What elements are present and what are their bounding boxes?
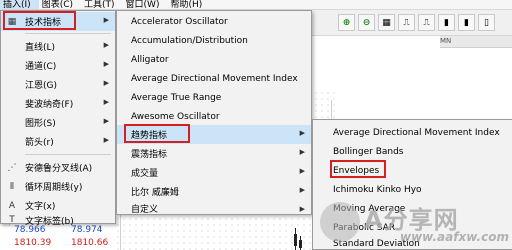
pitchfork-icon: ⋰	[7, 162, 17, 173]
menu-item-bollinger[interactable]: Bollinger Bands	[313, 142, 512, 161]
menu-item-label: Bollinger Bands	[333, 146, 404, 157]
menu-item-lines[interactable]: 直线(L) ▶	[1, 37, 115, 56]
menu-item-indicators[interactable]: ▦ 技术指标 ▶	[1, 12, 115, 31]
templates-icon[interactable]: ▯	[478, 14, 495, 31]
menu-item-label: 自定义	[131, 204, 159, 215]
market-watch-quotes: 78.966 78.974 1810.39 1810.66	[0, 224, 115, 250]
insert-menu: ▦ 技术指标 ▶ 直线(L) ▶ 通道(C) ▶ 江恩(G) ▶ 斐波纳奇(F)…	[0, 10, 116, 227]
menu-bar: 插入(I) 图表(C) 工具(T) 窗口(W) 帮助(H)	[0, 0, 512, 10]
chart-shift-icon[interactable]: ⎍	[398, 14, 415, 31]
menu-item-label: Envelopes	[333, 165, 380, 176]
submenu-arrow-icon: ▶	[299, 205, 305, 213]
menu-item-label: 比尔 威廉姆	[131, 188, 179, 198]
submenu-arrow-icon: ▶	[103, 60, 109, 68]
menu-item-label: 斐波纳奇(F)	[25, 100, 74, 110]
zoom-out-icon[interactable]: ⊖	[358, 14, 375, 31]
menu-item-envelopes[interactable]: Envelopes	[313, 161, 512, 180]
menu-separator	[25, 33, 111, 34]
menu-item-andrews-pitchfork[interactable]: ⋰ 安德鲁分叉线(A)	[1, 158, 115, 177]
menu-item-label: Alligator	[131, 54, 169, 65]
timeframe-mn[interactable]: MN	[440, 37, 451, 45]
candle	[294, 234, 297, 246]
menu-item-label: Average Directional Movement Index	[333, 127, 500, 138]
menu-item-label: 箭头(r)	[25, 138, 54, 148]
menu-item-cycle-lines[interactable]: ⦀ 循环周期线(y)	[1, 177, 115, 196]
menu-item-label: Average True Range	[131, 92, 222, 103]
menu-item-label: 成交量	[131, 169, 159, 179]
menu-item-label: Awesome Oscillator	[131, 111, 220, 122]
menu-item-text-label[interactable]: T 文字标签(b)	[1, 215, 115, 227]
indicators-submenu: Accelerator Oscillator Accumulation/Dist…	[116, 10, 312, 215]
menu-item-atr[interactable]: Average True Range	[117, 88, 311, 107]
menu-item-label: 文字(x)	[25, 202, 56, 212]
watermark: A分享网 www.aafxw.com	[320, 200, 510, 246]
menu-insert[interactable]: 插入(I)	[0, 0, 39, 10]
menu-item-gann[interactable]: 江恩(G) ▶	[1, 75, 115, 94]
menu-item-label: 通道(C)	[25, 62, 57, 72]
timeframe-strip: MN	[440, 36, 512, 48]
menu-item-arrows[interactable]: 箭头(r) ▶	[1, 132, 115, 151]
menu-item-adx[interactable]: Average Directional Movement Index	[117, 69, 311, 88]
bid-value: 1810.39	[14, 238, 52, 248]
text-icon: A	[8, 200, 16, 211]
menu-separator	[25, 154, 111, 155]
menu-item-accelerator[interactable]: Accelerator Oscillator	[117, 12, 311, 31]
menu-item-trend[interactable]: 趋势指标 ▶	[117, 125, 311, 144]
menu-item-channels[interactable]: 通道(C) ▶	[1, 56, 115, 75]
menu-item-label: 趋势指标	[131, 131, 168, 141]
menu-item-label: Accelerator Oscillator	[131, 16, 228, 27]
ask-value: 1810.66	[71, 238, 109, 248]
submenu-arrow-icon: ▶	[299, 129, 305, 137]
menu-item-text[interactable]: A 文字(x)	[1, 196, 115, 215]
menu-item-label: 图形(S)	[25, 119, 56, 129]
text-label-icon: T	[9, 215, 15, 225]
menu-tools[interactable]: 工具(T)	[81, 0, 123, 10]
submenu-arrow-icon: ▶	[299, 148, 305, 156]
menu-item-alligator[interactable]: Alligator	[117, 50, 311, 69]
submenu-arrow-icon: ▶	[103, 79, 109, 87]
indicators-icon: ▦	[7, 16, 17, 27]
menu-item-label: 震荡指标	[131, 150, 168, 160]
watermark-logo	[320, 202, 360, 242]
menu-chart[interactable]: 图表(C)	[39, 0, 81, 10]
menu-item-label: 文字标签(b)	[25, 216, 74, 227]
menu-item-ichimoku[interactable]: Ichimoku Kinko Hyo	[313, 180, 512, 199]
menu-item-oscillators[interactable]: 震荡指标 ▶	[117, 144, 311, 163]
menu-item-bill-williams[interactable]: 比尔 威廉姆 ▶	[117, 182, 311, 201]
submenu-arrow-icon: ▶	[103, 136, 109, 144]
submenu-arrow-icon: ▶	[299, 167, 305, 175]
cycle-lines-icon: ⦀	[10, 181, 14, 192]
submenu-arrow-icon: ▶	[103, 16, 109, 24]
menu-item-accumulation[interactable]: Accumulation/Distribution	[117, 31, 311, 50]
submenu-arrow-icon: ▶	[103, 98, 109, 106]
periods-icon[interactable]: ▮	[458, 14, 475, 31]
tile-windows-icon[interactable]: ▦	[378, 14, 395, 31]
watermark-url: www.aafxw.com	[400, 230, 509, 244]
menu-item-label: Accumulation/Distribution	[131, 35, 248, 46]
menu-help[interactable]: 帮助(H)	[167, 0, 210, 10]
zoom-in-icon[interactable]: ⊕	[338, 14, 355, 31]
menu-item-volumes[interactable]: 成交量 ▶	[117, 163, 311, 182]
autoscroll-icon[interactable]: ⎍	[418, 14, 435, 31]
menu-item-label: 循环周期线(y)	[25, 183, 83, 193]
menu-item-custom[interactable]: 自定义 ▶	[117, 201, 311, 215]
menu-item-label: 江恩(G)	[25, 81, 57, 91]
menu-item-label: Average Directional Movement Index	[131, 73, 298, 84]
menu-window[interactable]: 窗口(W)	[123, 0, 168, 10]
menu-item-adx[interactable]: Average Directional Movement Index	[313, 123, 512, 142]
submenu-arrow-icon: ▶	[103, 117, 109, 125]
menu-item-shapes[interactable]: 图形(S) ▶	[1, 113, 115, 132]
menu-item-label: 安德鲁分叉线(A)	[25, 164, 93, 174]
menu-item-label: 技术指标	[25, 18, 62, 28]
submenu-arrow-icon: ▶	[103, 41, 109, 49]
menu-item-label: 直线(L)	[25, 43, 56, 53]
indicators-icon[interactable]: ▮	[438, 14, 455, 31]
candle	[299, 240, 302, 248]
menu-item-label: Ichimoku Kinko Hyo	[333, 184, 422, 195]
quote-row[interactable]: 1810.39 1810.66	[0, 237, 115, 250]
menu-item-fibonacci[interactable]: 斐波纳奇(F) ▶	[1, 94, 115, 113]
menu-item-awesome[interactable]: Awesome Oscillator	[117, 107, 311, 126]
submenu-arrow-icon: ▶	[299, 186, 305, 194]
